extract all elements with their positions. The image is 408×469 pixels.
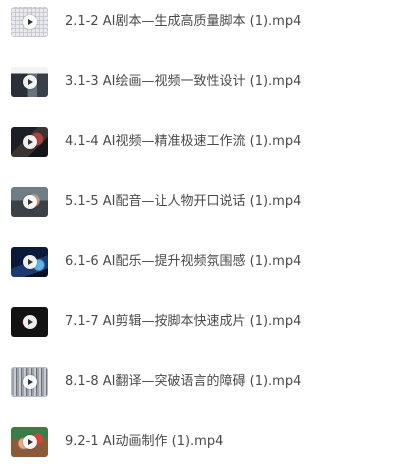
file-row-3-1-3[interactable]: 3.1-3 AI绘画—视频一致性设计 (1).mp4 [0,61,408,105]
file-row-4-1-4[interactable]: 4.1-4 AI视频—精准极速工作流 (1).mp4 [0,121,408,165]
file-name: 5.1-5 AI配音—让人物开口说话 (1).mp4 [65,194,302,209]
play-icon [22,255,37,269]
play-icon [22,375,37,389]
video-thumbnail-icon [11,187,48,217]
file-name: 6.1-6 AI配乐—提升视频氛围感 (1).mp4 [65,254,302,269]
play-icon [22,315,37,329]
video-thumbnail-icon [11,67,48,97]
play-icon [22,195,37,209]
file-row-9-2-1[interactable]: 9.2-1 AI动画制作 (1).mp4 [0,421,408,465]
video-thumbnail-icon [11,247,48,277]
play-icon [22,435,37,449]
file-name: 3.1-3 AI绘画—视频一致性设计 (1).mp4 [65,74,302,89]
video-thumbnail-icon [11,127,48,157]
file-row-2-1-2[interactable]: 2.1-2 AI剧本—生成高质量脚本 (1).mp4 [0,1,408,45]
video-thumbnail-icon [11,367,48,397]
play-icon [22,75,37,89]
file-row-6-1-6[interactable]: 6.1-6 AI配乐—提升视频氛围感 (1).mp4 [0,241,408,285]
play-icon [22,15,37,29]
file-row-5-1-5[interactable]: 5.1-5 AI配音—让人物开口说话 (1).mp4 [0,181,408,225]
play-icon [22,135,37,149]
file-name: 8.1-8 AI翻译—突破语言的障碍 (1).mp4 [65,374,302,389]
file-row-8-1-8[interactable]: 8.1-8 AI翻译—突破语言的障碍 (1).mp4 [0,361,408,405]
file-name: 7.1-7 AI剪辑—按脚本快速成片 (1).mp4 [65,314,302,329]
file-row-7-1-7[interactable]: 7.1-7 AI剪辑—按脚本快速成片 (1).mp4 [0,301,408,345]
file-name: 2.1-2 AI剧本—生成高质量脚本 (1).mp4 [65,14,302,29]
file-name: 9.2-1 AI动画制作 (1).mp4 [65,434,224,449]
video-thumbnail-icon [11,307,48,337]
file-name: 4.1-4 AI视频—精准极速工作流 (1).mp4 [65,134,302,149]
video-thumbnail-icon [11,427,48,457]
file-list: 2.1-2 AI剧本—生成高质量脚本 (1).mp4 3.1-3 AI绘画—视频… [0,0,408,469]
video-thumbnail-icon [11,7,48,37]
